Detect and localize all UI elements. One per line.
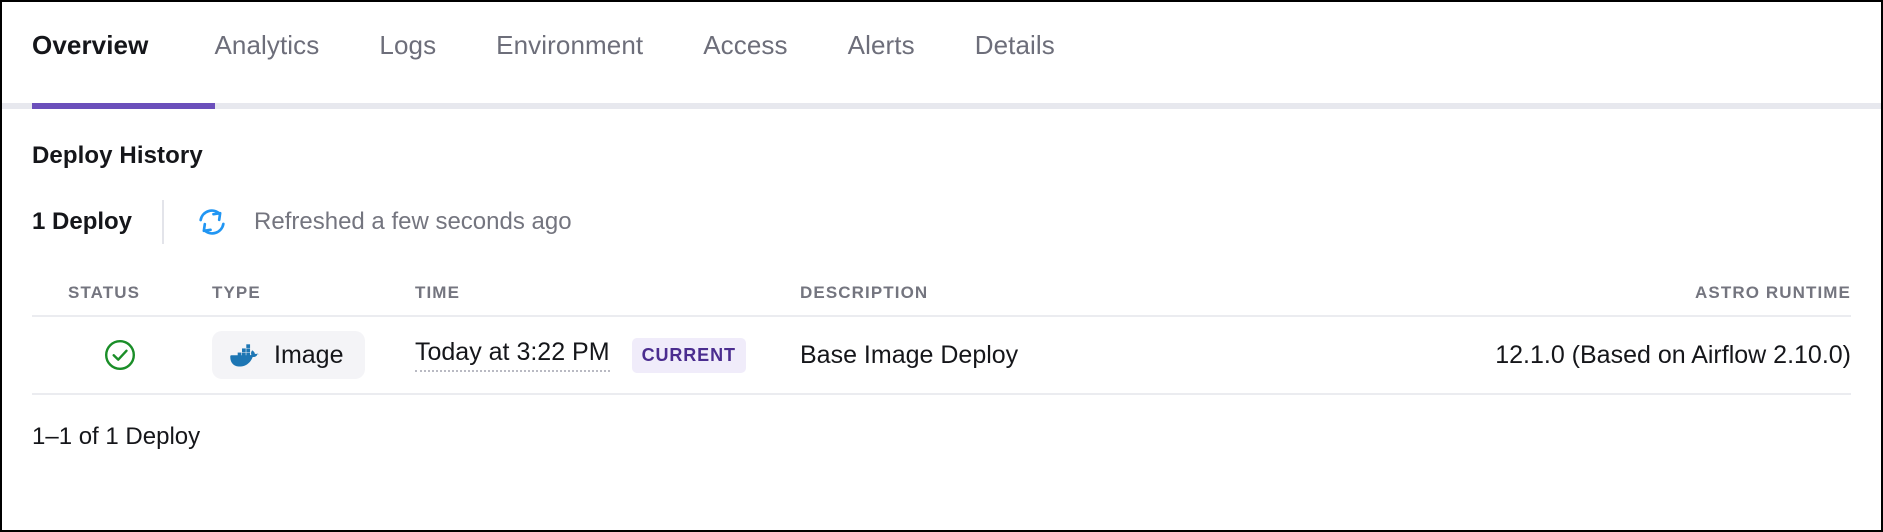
table-header-row: STATUS TYPE TIME DESCRIPTION ASTRO RUNTI…: [32, 271, 1851, 317]
tab-analytics-label: Analytics: [214, 30, 319, 60]
tab-access[interactable]: Access: [673, 2, 817, 92]
refresh-status-text: Refreshed a few seconds ago: [254, 208, 572, 236]
tab-active-indicator: [32, 103, 215, 109]
tab-alerts[interactable]: Alerts: [818, 2, 945, 92]
pagination-summary: 1–1 of 1 Deploy: [32, 423, 1881, 451]
tab-environment-label: Environment: [496, 30, 643, 60]
tab-logs-label: Logs: [379, 30, 436, 60]
deploy-count-label: 1 Deploy: [32, 208, 132, 236]
column-header-status: STATUS: [32, 283, 212, 303]
tab-bar: Overview Analytics Logs Environment Acce…: [2, 2, 1881, 109]
cell-status: [32, 337, 212, 373]
tab-details[interactable]: Details: [945, 2, 1085, 92]
deploy-history-panel: Overview Analytics Logs Environment Acce…: [0, 0, 1883, 532]
cell-time: Today at 3:22 PM CURRENT: [415, 338, 800, 373]
deploy-description-text: Base Image Deploy: [800, 341, 1018, 370]
status-badge: CURRENT: [632, 338, 746, 373]
column-header-type: TYPE: [212, 283, 415, 303]
column-header-description: DESCRIPTION: [800, 283, 1480, 303]
astro-runtime-text: 12.1.0 (Based on Airflow 2.10.0): [1495, 341, 1851, 370]
cell-astro-runtime: 12.1.0 (Based on Airflow 2.10.0): [1480, 341, 1851, 370]
tab-environment[interactable]: Environment: [466, 2, 673, 92]
summary-divider: [162, 200, 164, 244]
deploy-type-chip[interactable]: Image: [212, 331, 365, 379]
deploy-time-text[interactable]: Today at 3:22 PM: [415, 338, 610, 372]
tab-overview[interactable]: Overview: [32, 2, 184, 92]
column-header-astro-runtime: ASTRO RUNTIME: [1480, 283, 1851, 303]
deploy-history-table: STATUS TYPE TIME DESCRIPTION ASTRO RUNTI…: [32, 271, 1851, 395]
tab-alerts-label: Alerts: [848, 30, 915, 60]
tab-underline-track: [2, 103, 1881, 109]
tab-logs[interactable]: Logs: [349, 2, 466, 92]
tab-access-label: Access: [703, 30, 787, 60]
check-circle-icon: [102, 337, 138, 373]
cell-type: Image: [212, 331, 415, 379]
tab-details-label: Details: [975, 30, 1055, 60]
tab-list: Overview Analytics Logs Environment Acce…: [32, 2, 1085, 92]
docker-icon: [230, 340, 260, 370]
deploy-type-label: Image: [274, 341, 343, 370]
page-title: Deploy History: [32, 142, 1881, 170]
refresh-icon[interactable]: [196, 206, 228, 238]
column-header-time: TIME: [415, 283, 800, 303]
tab-analytics[interactable]: Analytics: [184, 2, 349, 92]
tab-overview-label: Overview: [32, 30, 148, 60]
cell-description: Base Image Deploy: [800, 341, 1480, 370]
deploy-summary-bar: 1 Deploy Refreshed a few seconds ago: [32, 200, 1881, 244]
table-row[interactable]: Image Today at 3:22 PM CURRENT Base Imag…: [32, 317, 1851, 395]
